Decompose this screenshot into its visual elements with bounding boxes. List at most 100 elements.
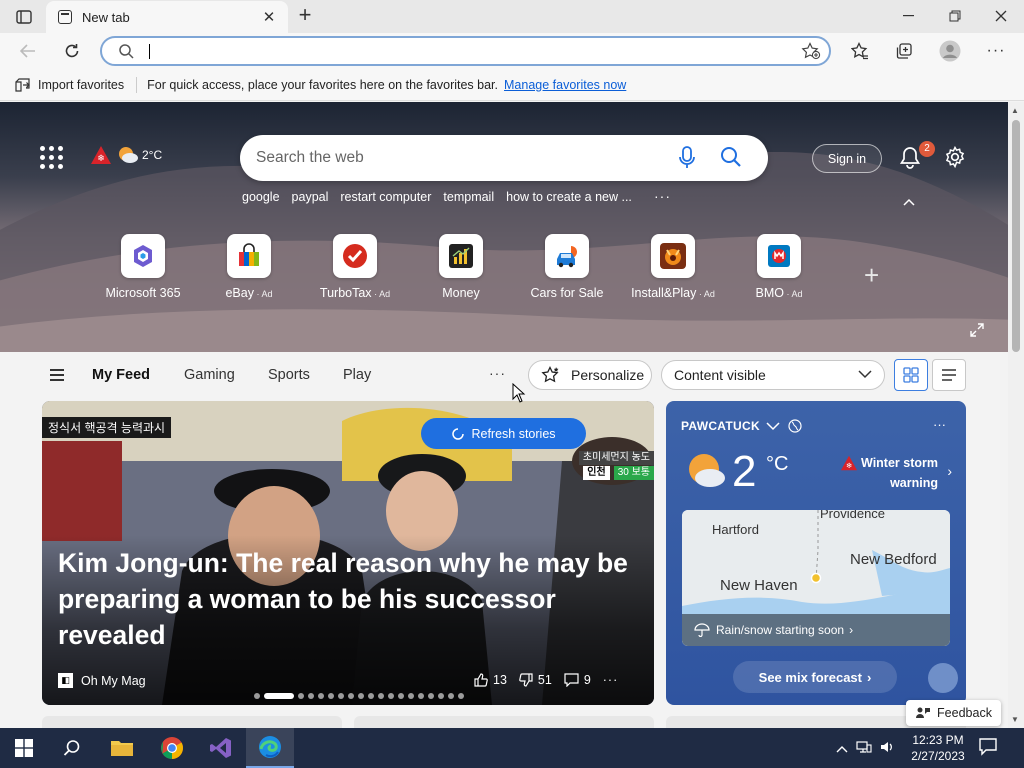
carousel-dot[interactable] xyxy=(254,693,260,699)
tab-my-feed[interactable]: My Feed xyxy=(92,367,150,383)
carousel-dot[interactable] xyxy=(398,693,404,699)
weather-alert[interactable]: ❄ Winter storm warning xyxy=(840,453,938,493)
refresh-stories-button[interactable]: Refresh stories xyxy=(421,418,586,449)
trending-item[interactable]: paypal xyxy=(292,190,329,204)
close-tab-icon[interactable]: ✕ xyxy=(260,8,278,26)
carousel-dot[interactable] xyxy=(318,693,324,699)
carousel-dot[interactable] xyxy=(368,693,374,699)
close-window-button[interactable] xyxy=(978,0,1024,32)
tab-actions-button[interactable] xyxy=(10,6,38,28)
manage-favorites-link[interactable]: Manage favorites now xyxy=(504,78,626,92)
content-visibility-dropdown[interactable]: Content visible xyxy=(661,360,885,390)
carousel-dot[interactable] xyxy=(308,693,314,699)
search-submit-icon[interactable] xyxy=(720,146,742,168)
scroll-up-arrow-icon[interactable]: ▲ xyxy=(1011,106,1019,115)
edge-button[interactable] xyxy=(246,728,294,768)
web-search-box[interactable]: Search the web xyxy=(240,135,768,181)
add-favorite-icon[interactable] xyxy=(801,42,821,60)
carousel-dot[interactable] xyxy=(458,693,464,699)
trending-item[interactable]: tempmail xyxy=(443,190,494,204)
collections-button[interactable] xyxy=(890,37,918,65)
carousel-dot[interactable] xyxy=(448,693,454,699)
feed-menu-button[interactable] xyxy=(50,369,64,384)
volume-button[interactable] xyxy=(880,740,896,757)
action-center-button[interactable] xyxy=(978,736,998,759)
refresh-button[interactable] xyxy=(58,37,86,65)
weather-card[interactable]: PAWCATUCK ··· 2 °C ❄ Winter storm warnin… xyxy=(666,401,966,705)
scroll-down-arrow-icon[interactable]: ▼ xyxy=(1011,715,1019,724)
carousel-dot[interactable] xyxy=(358,693,364,699)
microphone-icon[interactable] xyxy=(678,146,696,170)
back-button[interactable] xyxy=(14,37,42,65)
app-launcher-button[interactable] xyxy=(40,146,64,170)
story-source[interactable]: ◧ Oh My Mag xyxy=(58,673,146,688)
carousel-dot[interactable] xyxy=(408,693,414,699)
story-more-button[interactable]: ··· xyxy=(603,673,619,687)
feed-card-preview[interactable] xyxy=(354,716,654,728)
show-hidden-icons-button[interactable] xyxy=(836,741,848,756)
browser-tab[interactable]: New tab ✕ xyxy=(46,1,288,33)
carousel-dot[interactable] xyxy=(328,693,334,699)
weather-location[interactable]: PAWCATUCK xyxy=(681,419,802,433)
settings-and-more-button[interactable]: ··· xyxy=(982,37,1010,65)
quick-link-microsoft-365[interactable]: Microsoft 365 xyxy=(90,234,196,300)
tab-play[interactable]: Play xyxy=(343,367,371,383)
carousel-dot[interactable] xyxy=(428,693,434,699)
page-settings-button[interactable] xyxy=(944,145,966,171)
carousel-dot[interactable] xyxy=(378,693,384,699)
carousel-dot[interactable] xyxy=(388,693,394,699)
quick-link-install-play[interactable]: Install&Play · Ad xyxy=(620,234,726,300)
comments-button[interactable]: 9 xyxy=(564,673,591,687)
personalize-button[interactable]: Personalize xyxy=(528,360,652,390)
carousel-dot[interactable] xyxy=(348,693,354,699)
tab-sports[interactable]: Sports xyxy=(268,367,310,383)
quick-link-ebay[interactable]: eBay · Ad xyxy=(196,234,302,300)
feed-card-preview[interactable] xyxy=(42,716,342,728)
list-view-button[interactable] xyxy=(932,359,966,391)
quick-link-bmo[interactable]: BMO · Ad xyxy=(726,234,832,300)
vertical-scrollbar[interactable]: ▲ ▼ xyxy=(1008,102,1024,728)
precipitation-strip[interactable]: Rain/snow starting soon › xyxy=(682,614,950,646)
grid-view-button[interactable] xyxy=(894,359,928,391)
network-status-button[interactable] xyxy=(856,740,872,757)
taskbar-clock[interactable]: 12:23 PM 2/27/2023 xyxy=(906,732,970,764)
more-tabs-button[interactable]: ··· xyxy=(489,365,506,381)
profile-button[interactable] xyxy=(936,37,964,65)
minimize-button[interactable] xyxy=(886,0,932,32)
scrollbar-thumb[interactable] xyxy=(1012,120,1020,352)
dislike-button[interactable]: 51 xyxy=(519,673,552,687)
weather-map[interactable]: Hartford Providence New Bedford New Have… xyxy=(682,510,950,646)
carousel-dot[interactable] xyxy=(418,693,424,699)
start-button[interactable] xyxy=(0,728,48,768)
sign-in-button[interactable]: Sign in xyxy=(812,144,882,173)
story-headline[interactable]: Kim Jong-un: The real reason why he may … xyxy=(58,545,648,653)
trending-item[interactable]: google xyxy=(242,190,280,204)
trending-more-button[interactable]: ··· xyxy=(654,188,671,204)
taskbar-search-button[interactable] xyxy=(48,728,96,768)
carousel-dot[interactable] xyxy=(438,693,444,699)
carousel-dot[interactable] xyxy=(338,693,344,699)
address-bar[interactable] xyxy=(100,36,831,66)
favorites-button[interactable] xyxy=(846,37,874,65)
file-explorer-button[interactable] xyxy=(98,728,146,768)
feedback-button[interactable]: Feedback xyxy=(906,700,1001,726)
trending-item[interactable]: restart computer xyxy=(340,190,431,204)
restore-button[interactable] xyxy=(932,0,978,32)
visual-studio-button[interactable] xyxy=(197,728,245,768)
quick-link-cars-for-sale[interactable]: Cars for Sale xyxy=(514,234,620,300)
quick-link-turbotax[interactable]: TurboTax · Ad xyxy=(302,234,408,300)
weather-mini-widget[interactable]: ❄ 2°C xyxy=(90,145,162,165)
collapse-button[interactable] xyxy=(902,195,916,210)
like-button[interactable]: 13 xyxy=(474,673,507,687)
tab-gaming[interactable]: Gaming xyxy=(184,367,235,383)
see-mix-forecast-button[interactable]: See mix forecast › xyxy=(733,661,897,693)
carousel-dot-active[interactable] xyxy=(264,693,294,699)
new-tab-button[interactable]: + xyxy=(292,4,318,28)
chrome-button[interactable] xyxy=(148,728,196,768)
quick-link-money[interactable]: Money xyxy=(408,234,514,300)
notifications-button[interactable]: 2 xyxy=(899,141,935,173)
import-favorites-button[interactable]: Import favorites xyxy=(14,77,124,93)
trending-item[interactable]: how to create a new ... xyxy=(506,190,632,204)
weather-avatar[interactable] xyxy=(928,663,958,693)
weather-more-button[interactable]: ··· xyxy=(933,417,946,432)
